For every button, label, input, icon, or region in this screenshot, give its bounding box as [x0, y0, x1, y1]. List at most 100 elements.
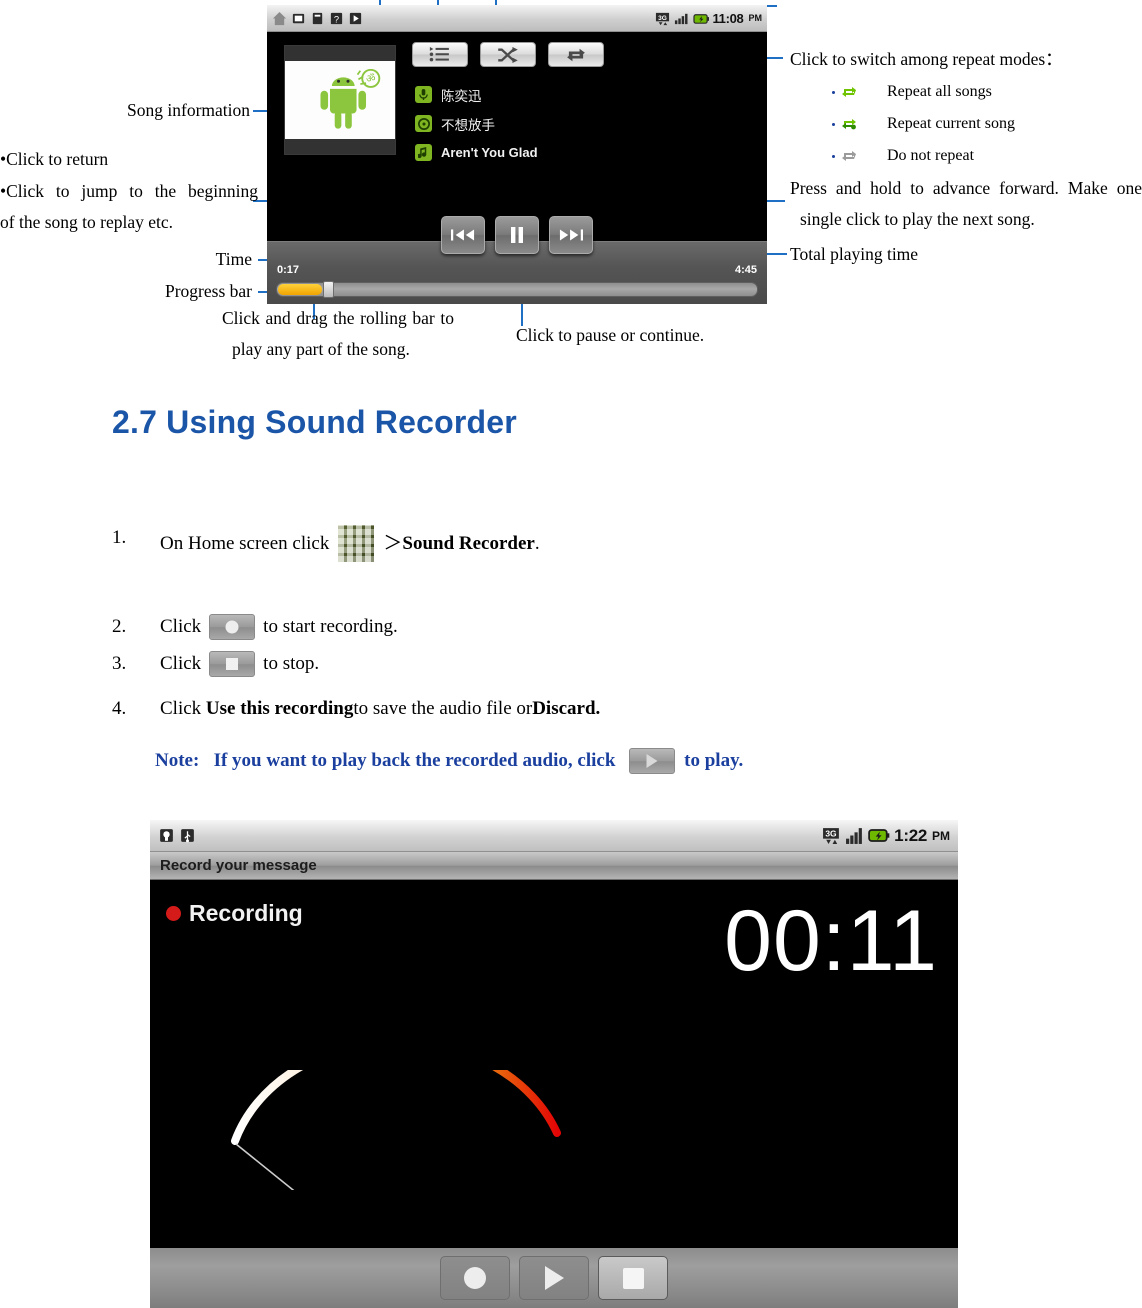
step-1-tail: .	[534, 532, 540, 554]
step-4-bold-1: Use this recording	[205, 698, 354, 719]
step-4: 4. Click Use this recording to save the …	[112, 696, 872, 722]
step-2: 2. Click to start recording.	[112, 614, 872, 640]
annotation-time: Time	[215, 249, 252, 269]
recorder-title: Record your message	[160, 857, 317, 874]
annotation-song-information: Song information	[127, 100, 250, 120]
repeat-mode-list: Repeat all songs Repeat current song Do …	[832, 76, 1142, 172]
total-time: 4:45	[734, 264, 757, 276]
stop-square-icon	[622, 1267, 644, 1289]
play-icon	[348, 11, 363, 26]
annotation-drag-line2: play any part of the song.	[232, 339, 410, 359]
page-title: 2.7 Using Sound Recorder	[112, 404, 517, 440]
step-4-text: Click Use this recording to save the aud…	[160, 696, 872, 722]
play-triangle-glyph	[646, 754, 658, 768]
step-1-pre: On Home screen click	[160, 532, 330, 554]
bullet-dot-icon	[832, 154, 835, 158]
album-art: ॐ	[284, 45, 396, 155]
stop-button[interactable]	[598, 1256, 668, 1300]
recorder-clock: 1:22	[894, 825, 927, 845]
song-album: 不想放手	[441, 117, 495, 133]
annotation-repeat-modes-title: Click to switch among repeat modes：	[790, 49, 1063, 69]
recorder-status-right-icons: 3G 1:22 PM	[822, 826, 950, 846]
svg-text:ॐ: ॐ	[366, 73, 376, 85]
svg-text:?: ?	[334, 14, 339, 24]
play-button-icon[interactable]	[629, 748, 676, 774]
player-controls-bar: 0:17 4:45	[267, 216, 767, 304]
player-clock: 11:08	[712, 10, 744, 26]
note-label: Note:	[155, 750, 200, 771]
status-bar-left-icons: ?	[272, 11, 363, 26]
bullet-dot-icon	[832, 122, 835, 126]
microphone-icon	[415, 86, 432, 103]
repeat-all-icon	[840, 85, 858, 99]
play-button[interactable]	[519, 1256, 589, 1300]
android-robot-icon: ॐ	[311, 68, 385, 144]
network-3g-icon: 3G	[822, 826, 841, 845]
album-art-top-strip	[285, 46, 395, 61]
signal-bars-icon	[845, 826, 864, 845]
note-tail: to play.	[684, 750, 744, 771]
bullet-dot-icon	[832, 90, 835, 94]
stop-button-icon[interactable]	[209, 651, 256, 677]
battery-icon	[868, 826, 890, 845]
record-button-icon[interactable]	[209, 614, 256, 640]
song-artist-row: 陈奕迅	[415, 80, 538, 109]
recorder-controls-bar	[150, 1246, 958, 1308]
recorder-status-bar: 3G 1:22 PM	[150, 820, 958, 852]
step-1: 1. On Home screen click ＞ Sound Recorder…	[112, 525, 872, 562]
vu-meter-gauge	[150, 1037, 958, 1206]
step-3-number: 3.	[112, 653, 127, 674]
shuffle-button[interactable]	[480, 42, 536, 67]
next-track-button[interactable]	[549, 216, 593, 254]
svg-text:3G: 3G	[659, 14, 668, 21]
repeat-all-label: Repeat all songs	[887, 83, 992, 100]
progress-thumb[interactable]	[323, 281, 334, 298]
status-bar-right-icons: 3G 11:08 PM	[655, 11, 762, 26]
repeat-off-icon	[840, 149, 858, 163]
step-1-bold: Sound Recorder	[402, 532, 535, 554]
recording-timer: 00:11	[724, 893, 938, 989]
note-line: Note: If you want to play back the recor…	[155, 748, 743, 774]
step-3: 3. Click to stop.	[112, 651, 872, 677]
song-artist: 陈奕迅	[441, 88, 482, 104]
step-3-pre: Click	[160, 653, 202, 674]
repeat-mode-item: Repeat all songs	[832, 76, 1142, 108]
annotation-click-pause: Click to pause or continue.	[516, 325, 705, 345]
step-1-arrow: ＞	[383, 532, 403, 554]
transport-buttons	[441, 216, 593, 254]
progress-bar[interactable]	[276, 281, 758, 298]
recorder-title-bar: Record your message	[150, 852, 958, 880]
annotation-click-to-return: •Click to return	[0, 149, 109, 169]
song-track-row: Aren't You Glad	[415, 138, 538, 167]
pause-button[interactable]	[495, 216, 539, 254]
sim-icon	[310, 11, 325, 26]
repeat-button[interactable]	[548, 42, 604, 67]
record-circle-glyph	[225, 620, 239, 634]
recording-status: Recording	[166, 900, 303, 927]
step-1-number: 1.	[112, 527, 127, 548]
recording-indicator-icon	[166, 906, 181, 921]
step-3-post: to stop.	[263, 653, 320, 674]
step-2-post: to start recording.	[263, 616, 398, 637]
playlist-button[interactable]	[412, 42, 468, 67]
music-player-screenshot: ? 3G 11:08 PM ॐ 陈奕迅 不想放手 Aren't You Glad…	[267, 5, 767, 304]
player-body: ॐ 陈奕迅 不想放手 Aren't You Glad	[267, 32, 767, 242]
svg-text:3G: 3G	[826, 829, 838, 839]
recorder-status-left-icons	[158, 827, 196, 844]
step-4-pre: Click	[160, 698, 202, 719]
app-launcher-icon[interactable]	[338, 525, 375, 562]
map-icon: ?	[329, 11, 344, 26]
step-4-number: 4.	[112, 698, 127, 719]
record-button[interactable]	[440, 1256, 510, 1300]
annotation-click-to-jump: •Click to jump to the beginning of the s…	[0, 176, 258, 238]
annotation-progress-bar: Progress bar	[165, 281, 252, 301]
annotation-click-to-jump-line1: •Click to jump to the beginning	[0, 181, 258, 201]
stop-square-glyph	[226, 658, 239, 670]
annotation-drag-line1: Click and drag the rolling bar to	[222, 308, 454, 328]
play-triangle-icon	[544, 1266, 564, 1290]
step-4-mid: to save the audio file or	[353, 698, 533, 719]
recorder-screen: Recording 00:11	[150, 880, 958, 1250]
home-icon	[272, 11, 287, 26]
previous-track-button[interactable]	[441, 216, 485, 254]
signal-bars-icon	[674, 11, 689, 26]
